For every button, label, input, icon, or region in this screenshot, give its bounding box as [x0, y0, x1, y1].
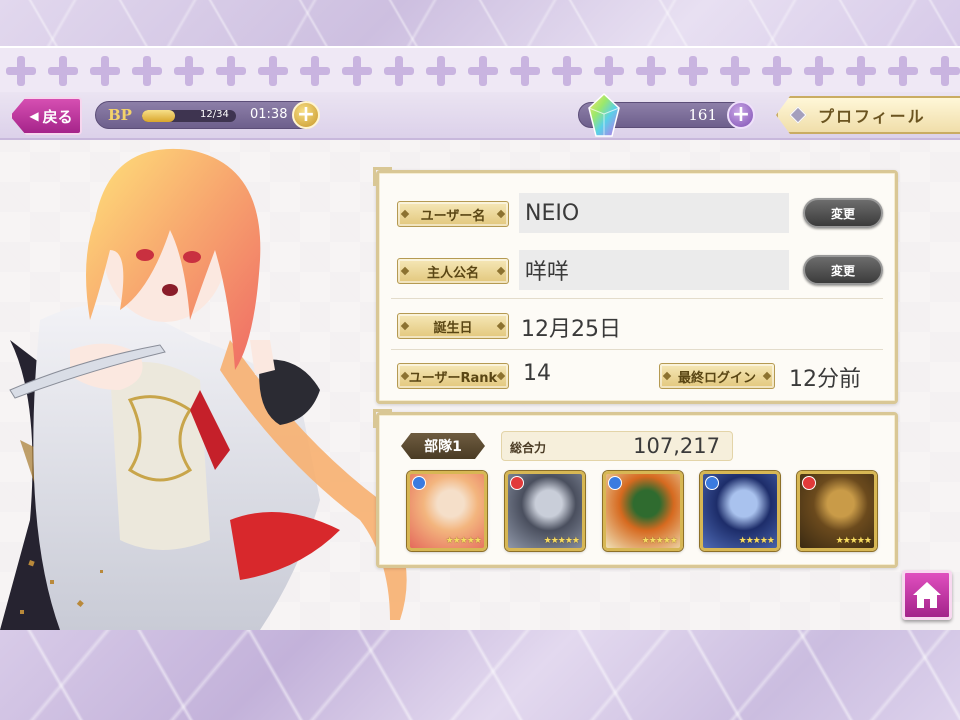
ornament-cross: [844, 54, 878, 88]
birthday-label: 誕生日: [397, 313, 509, 339]
total-power-value: 107,217: [633, 434, 720, 458]
team-label: 部隊1: [401, 433, 485, 459]
attribute-orb-icon: [608, 476, 622, 490]
ornament-cross: [550, 54, 584, 88]
ornament-cross: [130, 54, 164, 88]
ornament-cross: [718, 54, 752, 88]
last-login-label: 最終ログイン: [659, 363, 775, 389]
bp-count: 12/34: [200, 109, 229, 120]
attribute-orb-icon: [802, 476, 816, 490]
ornament-cross: [802, 54, 836, 88]
protagonist-field: 咩咩: [519, 250, 789, 290]
ornament-cross: [88, 54, 122, 88]
change-protagonist-button[interactable]: 変更: [803, 255, 883, 285]
profile-panel: ユーザー名 NEIO 変更 主人公名 咩咩 変更 誕生日 12月25日 ユーザー…: [373, 167, 898, 404]
ornament-cross: [634, 54, 668, 88]
team-member-card[interactable]: ★★★★★: [505, 471, 585, 551]
ornament-band: [0, 46, 960, 92]
ornament-cross: [172, 54, 206, 88]
gem-plus-button[interactable]: +: [727, 101, 755, 129]
character-illustration: [0, 148, 407, 630]
last-login-value: 12分前: [789, 367, 861, 392]
gem-icon: [588, 92, 620, 137]
ornament-cross: [592, 54, 626, 88]
protagonist-label: 主人公名: [397, 258, 509, 284]
divider: [391, 298, 883, 299]
change-username-button[interactable]: 変更: [803, 198, 883, 228]
plus-icon: +: [296, 102, 316, 127]
bp-timer: 01:38: [250, 107, 288, 122]
rarity-stars: ★★★★★: [445, 536, 482, 546]
ornament-cross: [4, 54, 38, 88]
ornament-cross: [928, 54, 960, 88]
diamond-icon: [789, 106, 807, 124]
rarity-stars: ★★★★★: [543, 536, 580, 546]
gem-count: 161: [688, 106, 717, 124]
username-value: NEIO: [525, 200, 580, 226]
team-member-card[interactable]: ★★★★★: [407, 471, 487, 551]
home-icon: [913, 582, 941, 608]
ornament-cross: [466, 54, 500, 88]
total-power-label: 総合力: [510, 441, 547, 455]
rank-value: 14: [523, 361, 551, 386]
attribute-orb-icon: [412, 476, 426, 490]
birthday-value: 12月25日: [521, 317, 621, 342]
bp-label: BP: [108, 106, 132, 124]
ornament-cross: [424, 54, 458, 88]
ornament-cross: [298, 54, 332, 88]
rarity-stars: ★★★★★: [641, 536, 678, 546]
team-member-card[interactable]: ★★★★★: [700, 471, 780, 551]
team-member-card[interactable]: ★★★★★: [797, 471, 877, 551]
protagonist-value: 咩咩: [525, 260, 570, 285]
ornament-cross: [886, 54, 920, 88]
rarity-stars: ★★★★★: [835, 536, 872, 546]
ornament-cross: [340, 54, 374, 88]
bp-gauge: BP 12/34 01:38: [95, 101, 319, 129]
back-button-label: 戻る: [42, 107, 73, 126]
divider: [391, 349, 883, 350]
bp-plus-button[interactable]: +: [292, 101, 320, 129]
bp-bar-fill: [142, 110, 175, 122]
ornament-cross: [214, 54, 248, 88]
username-label: ユーザー名: [397, 201, 509, 227]
ornament-cross: [676, 54, 710, 88]
top-background: [0, 0, 960, 52]
ornament-cross: [508, 54, 542, 88]
profile-tab: プロフィール: [776, 96, 960, 134]
ornament-cross: [760, 54, 794, 88]
plus-icon: +: [731, 102, 751, 127]
chevron-left-icon: ◀: [29, 109, 39, 123]
rarity-stars: ★★★★★: [738, 536, 775, 546]
bottom-background: [0, 630, 960, 720]
total-power-box: 総合力 107,217: [501, 431, 733, 461]
ornament-cross: [46, 54, 80, 88]
attribute-orb-icon: [510, 476, 524, 490]
rank-label: ユーザーRank: [397, 363, 509, 389]
home-button[interactable]: [902, 570, 952, 620]
profile-tab-label: プロフィール: [818, 107, 926, 126]
team-panel: 部隊1 総合力 107,217 ★★★★★ ★★★★★ ★★★★★ ★★★★★ ★★★★…: [373, 409, 898, 568]
ornament-cross: [382, 54, 416, 88]
username-field: NEIO: [519, 193, 789, 233]
attribute-orb-icon: [705, 476, 719, 490]
team-member-card[interactable]: ★★★★★: [603, 471, 683, 551]
ornament-cross: [256, 54, 290, 88]
